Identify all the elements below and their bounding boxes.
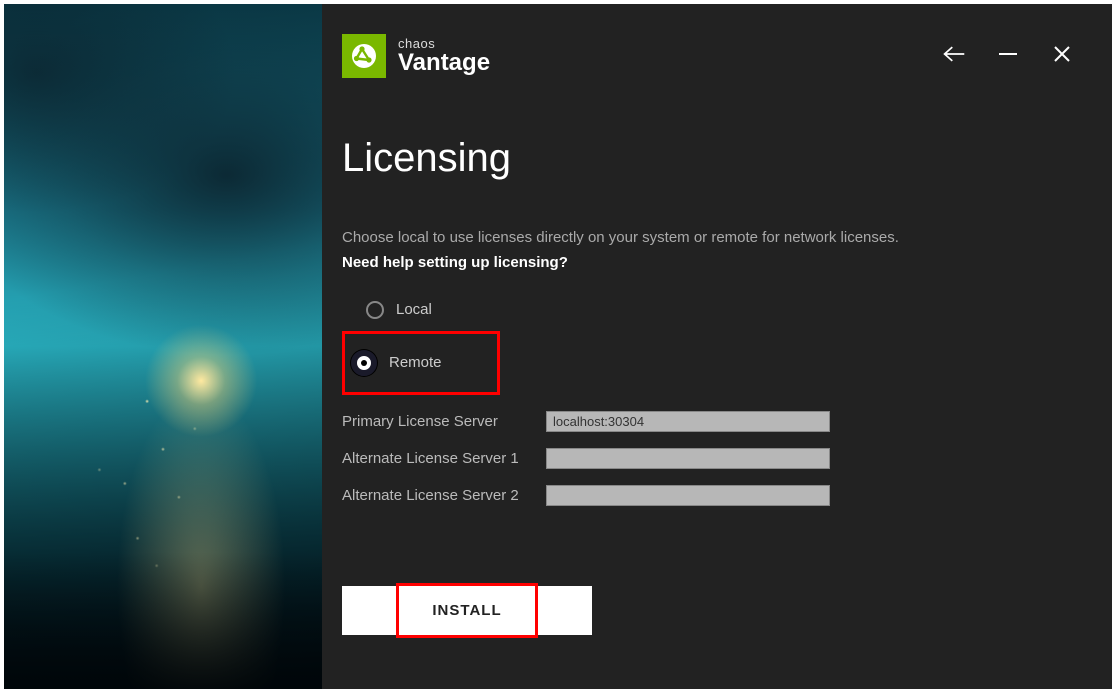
brand-text: chaos Vantage xyxy=(398,37,490,75)
alt2-server-input[interactable] xyxy=(546,485,830,506)
instruction-text: Choose local to use licenses directly on… xyxy=(342,227,1074,250)
back-button[interactable] xyxy=(942,42,966,66)
brand-mark-icon xyxy=(342,34,386,78)
content-panel: chaos Vantage Licensing Choose local to … xyxy=(322,4,1112,689)
brand-logo: chaos Vantage xyxy=(342,34,490,78)
close-button[interactable] xyxy=(1050,42,1074,66)
alt1-server-input[interactable] xyxy=(546,448,830,469)
install-button-wrap: INSTALL xyxy=(342,586,592,635)
primary-server-input[interactable] xyxy=(546,411,830,432)
window-controls xyxy=(942,42,1074,66)
server-fields: Primary License Server Alternate License… xyxy=(342,411,1074,506)
radio-remote[interactable]: Remote xyxy=(342,331,500,395)
page-title: Licensing xyxy=(342,136,1074,181)
radio-icon xyxy=(366,301,384,319)
primary-server-row: Primary License Server xyxy=(342,411,1074,432)
minimize-button[interactable] xyxy=(996,42,1020,66)
alt2-server-label: Alternate License Server 2 xyxy=(342,487,532,504)
help-link[interactable]: Need help setting up licensing? xyxy=(342,254,1074,271)
primary-server-label: Primary License Server xyxy=(342,413,532,430)
alt1-server-row: Alternate License Server 1 xyxy=(342,448,1074,469)
brand-name-bottom: Vantage xyxy=(398,51,490,75)
radio-local-label: Local xyxy=(396,301,432,318)
radio-icon-selected xyxy=(351,350,377,376)
alt1-server-label: Alternate License Server 1 xyxy=(342,450,532,467)
installer-window: chaos Vantage Licensing Choose local to … xyxy=(4,4,1112,689)
radio-remote-label: Remote xyxy=(389,354,442,371)
radio-local[interactable]: Local xyxy=(360,295,1074,325)
alt2-server-row: Alternate License Server 2 xyxy=(342,485,1074,506)
header-row: chaos Vantage xyxy=(342,34,1074,78)
decorative-image-panel xyxy=(4,4,322,689)
license-mode-group: Local Remote xyxy=(342,295,1074,395)
install-button[interactable]: INSTALL xyxy=(342,586,592,635)
